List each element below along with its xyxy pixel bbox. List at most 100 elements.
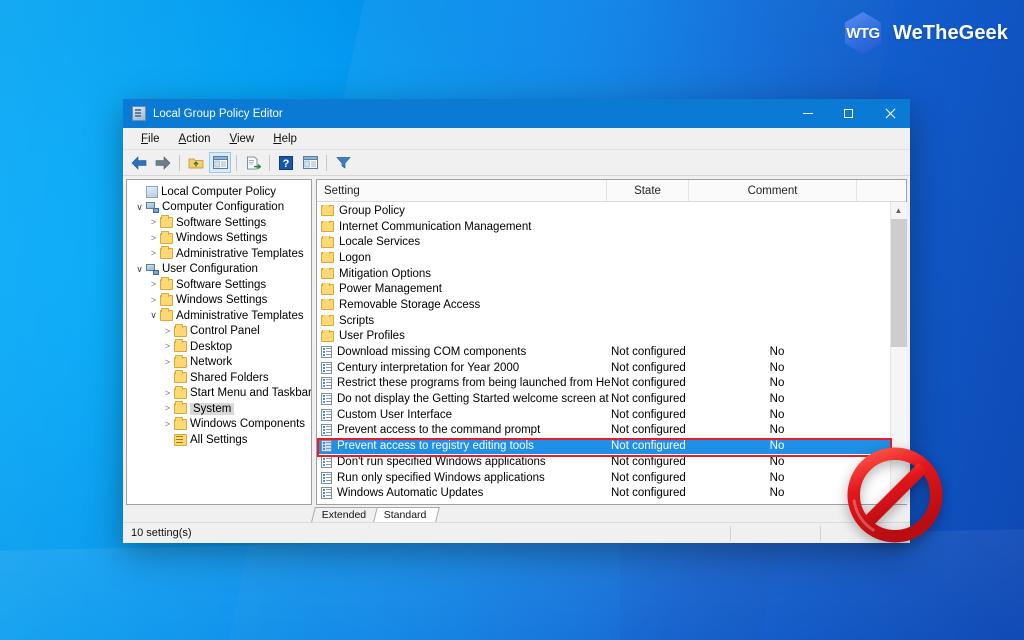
tree-item-computer-configuration[interactable]: ∨ Computer Configuration — [127, 200, 311, 216]
arrow-right-icon — [155, 155, 171, 170]
chevron-right-icon[interactable]: > — [147, 295, 160, 305]
column-header-comment[interactable]: Comment — [689, 180, 857, 201]
tree-item-control-panel[interactable]: > Control Panel — [127, 323, 311, 340]
tree-item-administrative-templates[interactable]: ∨ Administrative Templates — [127, 308, 311, 324]
table-row[interactable]: Logon — [317, 250, 890, 266]
tree-item-all-settings[interactable]: All Settings — [127, 432, 311, 448]
tree-item-windows-settings[interactable]: > Windows Settings — [127, 292, 311, 309]
window-titlebar[interactable]: Local Group Policy Editor — [123, 99, 910, 128]
chevron-right-icon[interactable]: > — [147, 249, 160, 258]
tab-extended[interactable]: Extended — [311, 507, 380, 522]
tree-item-software-settings[interactable]: > Software Settings — [127, 215, 311, 231]
table-row[interactable]: Power Management — [317, 281, 890, 297]
setting-name: Removable Storage Access — [339, 298, 481, 311]
table-row[interactable]: Group Policy — [317, 203, 890, 219]
tree-item-start-menu-and-taskbar[interactable]: > Start Menu and Taskbar — [127, 385, 311, 402]
chevron-right-icon[interactable]: > — [161, 326, 174, 336]
menu-help-rest: elp — [281, 132, 297, 145]
tree-item-user-configuration[interactable]: ∨ User Configuration — [127, 262, 311, 278]
tree-item-software-settings[interactable]: > Software Settings — [127, 277, 311, 293]
table-row[interactable]: Prevent access to the command prompt Not … — [317, 423, 890, 439]
tree-item-label: Software Settings — [176, 278, 267, 291]
minimize-button[interactable] — [787, 99, 828, 128]
settings-list-pane[interactable]: Setting State Comment Group Policy Intern… — [316, 179, 907, 505]
tree-item-network[interactable]: > Network — [127, 354, 311, 371]
tree-item-local-computer-policy[interactable]: Local Computer Policy — [127, 184, 311, 200]
menu-item-action[interactable]: Action — [170, 131, 220, 147]
tree-item-label: Computer Configuration — [162, 201, 285, 214]
forward-button[interactable] — [152, 152, 174, 173]
folder-icon — [174, 385, 187, 399]
cell-comment: No — [769, 361, 785, 374]
table-row[interactable]: Century interpretation for Year 2000 Not … — [317, 360, 890, 376]
chevron-right-icon[interactable]: > — [161, 419, 174, 429]
folder-icon — [321, 267, 334, 280]
table-row[interactable]: Windows Automatic Updates Not configured N… — [317, 485, 890, 501]
export-list-button[interactable] — [242, 152, 264, 173]
setting-name: Scripts — [339, 314, 375, 327]
tree-item-windows-components[interactable]: > Windows Components — [127, 416, 311, 433]
scrollbar-thumb[interactable] — [890, 219, 907, 347]
console-tree-pane[interactable]: Local Computer Policy ∨ Computer Configur… — [126, 179, 312, 505]
menu-file-rest: ile — [148, 132, 160, 145]
table-row[interactable]: Don't run specified Windows applications… — [317, 454, 890, 470]
table-row[interactable]: Run only specified Windows applications N… — [317, 470, 890, 486]
column-header-setting[interactable]: Setting — [317, 180, 607, 201]
chevron-right-icon[interactable]: > — [147, 218, 160, 227]
cell-comment: No — [769, 424, 785, 437]
table-row[interactable]: Restrict these programs from being launc… — [317, 376, 890, 392]
tree-item-desktop[interactable]: > Desktop — [127, 339, 311, 355]
chevron-right-icon[interactable]: > — [147, 233, 160, 243]
all-settings-icon — [174, 433, 187, 446]
table-row[interactable]: Custom User Interface Not configured No — [317, 407, 890, 423]
tree-item-system[interactable]: > System — [127, 401, 311, 417]
table-row[interactable]: Locale Services — [317, 234, 890, 250]
cell-setting: Power Management — [321, 283, 611, 295]
table-row[interactable]: Removable Storage Access — [317, 297, 890, 313]
tab-standard[interactable]: Standard — [373, 507, 440, 522]
help-button[interactable]: ? — [275, 152, 297, 173]
table-row[interactable]: Internet Communication Management — [317, 219, 890, 235]
chevron-right-icon[interactable]: > — [161, 342, 174, 351]
chevron-down-icon[interactable]: ∨ — [147, 311, 160, 320]
scroll-up-arrow-icon[interactable]: ▲ — [890, 202, 907, 219]
chevron-right-icon[interactable]: > — [161, 388, 174, 398]
menu-item-file[interactable]: File — [132, 131, 169, 147]
chevron-right-icon[interactable]: > — [147, 280, 160, 289]
folder-up-icon — [188, 158, 204, 168]
tree-item-windows-settings[interactable]: > Windows Settings — [127, 230, 311, 247]
toolbar-separator — [269, 154, 270, 171]
tree-item-administrative-templates[interactable]: > Administrative Templates — [127, 246, 311, 262]
column-header-state[interactable]: State — [607, 180, 689, 201]
menu-item-help[interactable]: Help — [264, 131, 306, 147]
tree-item-shared-folders[interactable]: Shared Folders — [127, 370, 311, 386]
filter-button[interactable] — [332, 152, 354, 173]
cell-comment: No — [769, 471, 785, 484]
table-row[interactable]: Do not display the Getting Started welco… — [317, 391, 890, 407]
maximize-button[interactable] — [828, 99, 869, 128]
chevron-right-icon[interactable]: > — [161, 357, 174, 367]
table-row[interactable]: User Profiles — [317, 329, 890, 345]
properties-button[interactable] — [299, 152, 321, 173]
table-row[interactable]: Download missing COM components Not confi… — [317, 344, 890, 360]
tree-item-label: Windows Components — [190, 418, 306, 431]
desktop-wallpaper: WTG WeTheGeek Local Group Policy Editor … — [0, 0, 1024, 640]
table-row[interactable]: Scripts — [317, 313, 890, 329]
up-one-level-button[interactable] — [185, 152, 207, 173]
back-button[interactable] — [128, 152, 150, 173]
chevron-down-icon[interactable]: ∨ — [133, 202, 146, 212]
close-button[interactable] — [869, 99, 910, 128]
menu-item-view[interactable]: View — [221, 131, 264, 147]
close-icon — [884, 108, 895, 119]
chevron-right-icon[interactable]: > — [161, 404, 174, 413]
table-row[interactable]: Prevent access to registry editing tools… — [317, 438, 890, 454]
prohibition-sign-icon — [847, 447, 943, 543]
chevron-down-icon[interactable]: ∨ — [133, 264, 146, 274]
folder-icon — [160, 246, 173, 260]
show-hide-tree-button[interactable] — [209, 152, 231, 173]
table-row[interactable]: Mitigation Options — [317, 266, 890, 282]
tree-item-label: Network — [190, 356, 233, 369]
policy-setting-icon — [321, 393, 332, 406]
policy-setting-icon — [321, 377, 332, 390]
setting-name: Prevent access to registry editing tools — [337, 440, 534, 453]
